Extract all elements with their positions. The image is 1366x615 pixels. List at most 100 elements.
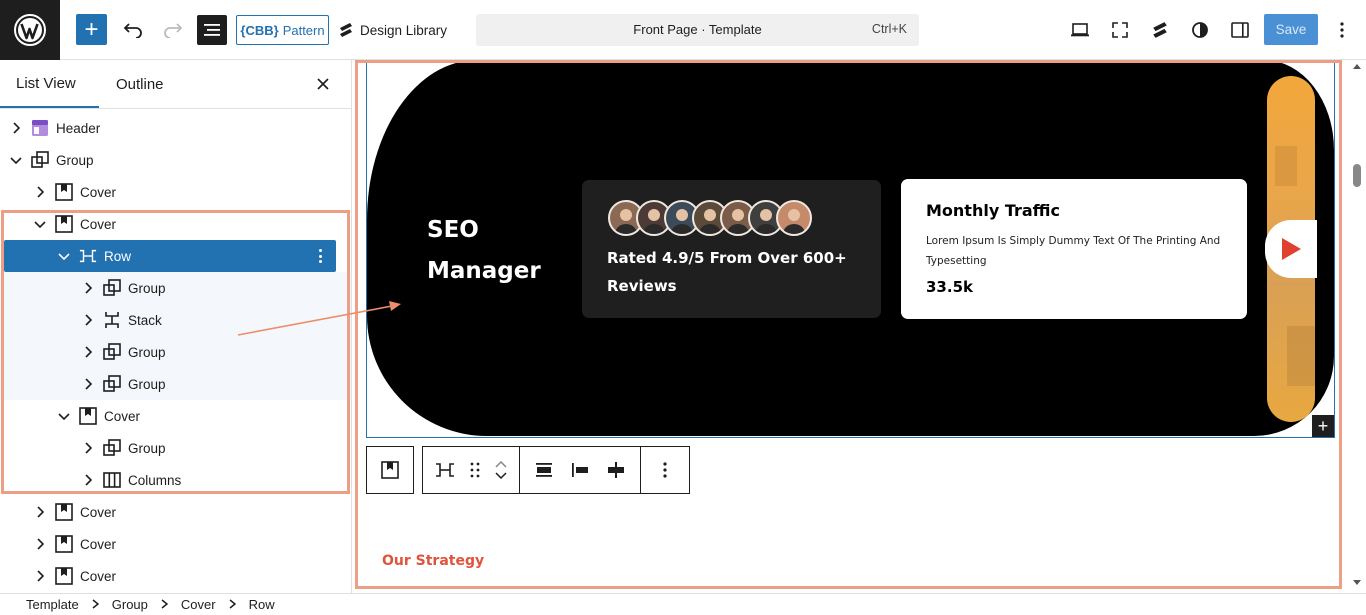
align-left-button[interactable] — [562, 452, 598, 488]
chevron-right-icon[interactable] — [34, 570, 46, 582]
list-item-label: Group — [56, 152, 94, 168]
redo-button[interactable] — [160, 16, 186, 44]
chevron-right-icon — [92, 598, 99, 612]
options-button[interactable] — [1328, 16, 1356, 44]
list-item-label: Group — [128, 440, 166, 456]
list-item-group[interactable]: Group — [0, 432, 351, 464]
tab-outline[interactable]: Outline — [116, 60, 164, 108]
save-button[interactable]: Save — [1264, 14, 1318, 45]
cbb-pattern-button[interactable]: {CBB} Pattern — [236, 15, 329, 45]
group-icon — [31, 151, 49, 169]
document-title: Front Page · Template — [633, 22, 762, 37]
chevron-right-icon[interactable] — [34, 538, 46, 550]
list-view-sidebar: List View Outline Header Group Cover Cover R… — [0, 60, 352, 593]
preview-device-button[interactable] — [1066, 16, 1094, 44]
cover-icon — [79, 407, 97, 425]
list-item-header[interactable]: Header — [0, 112, 351, 144]
align-center-button[interactable] — [598, 452, 634, 488]
list-item-stack[interactable]: Stack — [0, 304, 351, 336]
row-block-switcher[interactable] — [427, 452, 463, 488]
list-item-cover[interactable]: Cover — [0, 400, 351, 432]
cover-icon — [55, 183, 73, 201]
columns-icon — [103, 471, 121, 489]
chevron-right-icon[interactable] — [82, 442, 94, 454]
wordpress-logo-icon[interactable] — [0, 0, 60, 60]
list-item-label: Group — [128, 344, 166, 360]
canvas-scrollbar[interactable] — [1349, 60, 1366, 593]
chevron-down-icon[interactable] — [10, 154, 22, 166]
chevron-up-icon[interactable] — [495, 461, 507, 468]
document-overview-button[interactable] — [197, 15, 227, 45]
scroll-thumb[interactable] — [1353, 164, 1361, 187]
tab-list-view[interactable]: List View — [0, 60, 99, 108]
list-item-cover[interactable]: Cover — [0, 176, 351, 208]
stackable-settings-button[interactable] — [1146, 16, 1174, 44]
pattern-label: Pattern — [282, 22, 325, 38]
design-library-button[interactable]: Design Library — [338, 15, 447, 45]
chevron-down-icon[interactable] — [495, 472, 507, 479]
play-button[interactable] — [1265, 220, 1317, 278]
chevron-right-icon[interactable] — [10, 122, 22, 134]
chevron-right-icon[interactable] — [82, 474, 94, 486]
cover-icon — [55, 215, 73, 233]
chevron-right-icon[interactable] — [82, 346, 94, 358]
settings-sidebar-button[interactable] — [1226, 16, 1254, 44]
close-sidebar-button[interactable] — [313, 74, 333, 94]
more-vertical-icon — [663, 462, 667, 478]
list-item-cover[interactable]: Cover — [0, 208, 351, 240]
list-item-row[interactable]: Row — [4, 240, 336, 272]
justify-button[interactable] — [526, 452, 562, 488]
breadcrumb-item[interactable]: Row — [249, 597, 275, 612]
add-block-after-button[interactable]: + — [1312, 415, 1334, 437]
chevron-down-icon[interactable] — [34, 218, 46, 230]
chevron-right-icon[interactable] — [34, 186, 46, 198]
play-icon — [1282, 238, 1301, 260]
plus-icon: + — [1317, 416, 1329, 436]
undo-button[interactable] — [120, 16, 146, 44]
chevron-right-icon[interactable] — [82, 378, 94, 390]
list-item-label: Cover — [80, 504, 117, 520]
list-view-icon — [204, 24, 220, 36]
expand-icon — [1112, 22, 1128, 38]
list-item-group[interactable]: Group — [0, 336, 351, 368]
scroll-up-arrow-icon[interactable] — [1353, 64, 1361, 69]
list-item-cover[interactable]: Cover — [0, 528, 351, 560]
breadcrumb-item[interactable]: Cover — [181, 597, 216, 612]
justify-space-between-icon — [536, 463, 552, 477]
list-item-group[interactable]: Group — [0, 272, 351, 304]
traffic-description: Lorem Ipsum Is Simply Dummy Text Of The … — [926, 235, 1221, 267]
styles-button[interactable] — [1186, 16, 1214, 44]
chevron-right-icon[interactable] — [34, 506, 46, 518]
traffic-card[interactable]: Monthly Traffic Lorem Ipsum Is Simply Du… — [901, 179, 1247, 319]
more-vertical-icon[interactable] — [312, 247, 328, 265]
rating-card[interactable]: Rated 4.9/5 From Over 600+ Reviews — [582, 180, 881, 318]
chevron-down-icon[interactable] — [58, 250, 70, 262]
chevron-right-icon[interactable] — [82, 282, 94, 294]
parent-block-selector[interactable] — [366, 446, 414, 494]
breadcrumb-item[interactable]: Template — [26, 597, 79, 612]
strategy-heading[interactable]: Our Strategy — [382, 553, 484, 569]
list-item-columns[interactable]: Columns — [0, 464, 351, 496]
list-item-label: Columns — [128, 472, 182, 488]
move-buttons — [487, 461, 515, 479]
scroll-down-arrow-icon[interactable] — [1353, 580, 1361, 585]
breadcrumb-item[interactable]: Group — [112, 597, 148, 612]
list-item-cover[interactable]: Cover — [0, 496, 351, 528]
block-inserter-button[interactable]: + — [76, 14, 107, 45]
fullscreen-button[interactable] — [1106, 16, 1134, 44]
chevron-down-icon[interactable] — [58, 410, 70, 422]
list-item-label: Cover — [80, 568, 117, 584]
list-item-group[interactable]: Group — [0, 144, 351, 176]
block-options-button[interactable] — [647, 452, 683, 488]
group-icon — [103, 439, 121, 457]
stackable-logo-icon — [340, 23, 352, 37]
hero-title[interactable]: SEO Manager — [427, 210, 567, 292]
drag-handle[interactable] — [463, 452, 487, 488]
avatar — [776, 200, 812, 236]
list-item-cover[interactable]: Cover — [0, 560, 351, 592]
command-palette-bar[interactable]: Front Page · Template Ctrl+K — [476, 14, 919, 46]
chevron-right-icon[interactable] — [82, 314, 94, 326]
list-item-group[interactable]: Group — [0, 368, 351, 400]
list-item-label: Group — [128, 376, 166, 392]
editor-header: + {CBB} Pattern Design Library Front Pag… — [0, 0, 1366, 60]
